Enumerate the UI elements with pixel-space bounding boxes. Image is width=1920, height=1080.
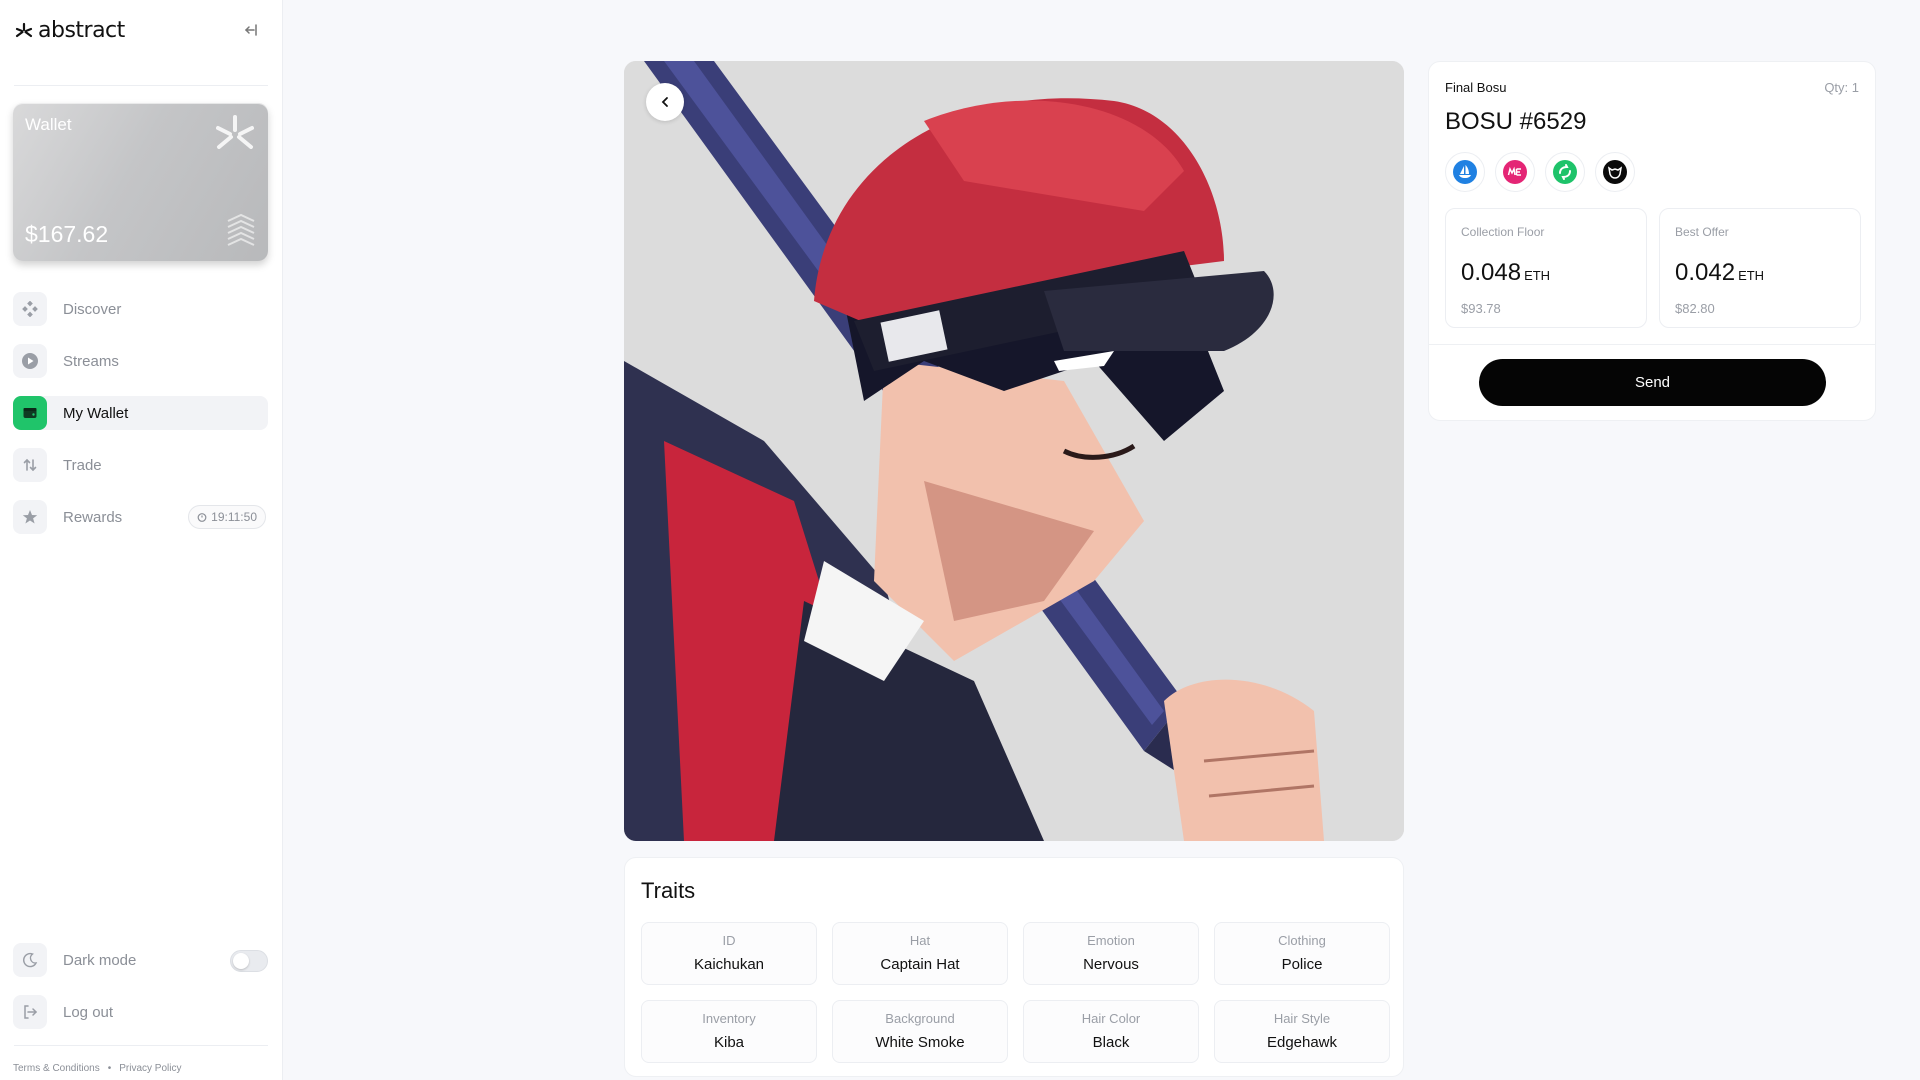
collapse-sidebar-button[interactable] [238,18,262,42]
trait-value: Black [1092,1034,1130,1051]
footer-separator: • [107,1063,112,1074]
nav-item-streams[interactable]: Streams [13,344,268,378]
trait-value: Police [1281,956,1323,973]
collection-floor-label: Collection Floor [1461,225,1545,239]
cat-market-icon[interactable] [1595,152,1635,192]
traits-panel: Traits ID Kaichukan Hat Captain Hat Emotio… [624,857,1404,1077]
dark-mode-toggle[interactable] [230,950,268,972]
trait-card[interactable]: Inventory Kiba [641,1000,817,1063]
diamond-grid-icon [13,292,47,326]
best-offer-usd: $82.80 [1675,301,1715,316]
timer-icon [197,513,207,522]
opensea-icon[interactable] [1445,152,1485,192]
trait-value: Kiba [713,1034,745,1051]
moon-icon [13,943,47,977]
floor-eth-value: 0.048 [1461,259,1522,286]
best-offer-label: Best Offer [1675,225,1729,239]
trait-type: ID [722,933,736,948]
collection-name[interactable]: Final Bosu [1445,80,1506,95]
logo-text: abstract [38,18,125,43]
sidebar-divider [14,85,268,86]
trait-value: Captain Hat [880,956,960,973]
wallet-icon [13,396,47,430]
collection-floor-card: Collection Floor 0.048 ETH $93.78 [1445,208,1647,328]
send-button[interactable]: Send [1479,359,1826,406]
logout-label: Log out [63,1003,114,1021]
trait-type: Emotion [1087,933,1135,948]
traits-title: Traits [641,878,696,903]
footer-divider [14,1045,268,1046]
trait-type: Hair Style [1273,1011,1331,1026]
terms-link[interactable]: Terms & Conditions [13,1063,100,1074]
dark-mode-row[interactable]: Dark mode [13,943,268,977]
dark-mode-label: Dark mode [63,951,137,969]
best-offer-value: 0.042 ETH [1675,259,1764,287]
nft-illustration [624,61,1404,841]
nav-label-discover: Discover [63,300,122,318]
info-divider [1429,344,1875,345]
nav-item-my-wallet[interactable]: My Wallet [13,396,268,430]
trait-value: Edgehawk [1266,1034,1338,1051]
rewards-timer-badge: 19:11:50 [188,505,266,529]
trait-value: Nervous [1083,956,1139,973]
nav-item-trade[interactable]: Trade [13,448,268,482]
nav-item-discover[interactable]: Discover [13,292,268,326]
footer-links: Terms & Conditions • Privacy Policy [13,1063,181,1074]
collection-floor-usd: $93.78 [1461,301,1501,316]
traits-grid: ID Kaichukan Hat Captain Hat Emotion Nervou… [641,922,1390,1063]
back-button[interactable] [646,83,684,121]
nav-label-streams: Streams [63,352,119,370]
trait-card[interactable]: Hair Color Black [1023,1000,1199,1063]
collection-floor-value: 0.048 ETH [1461,259,1550,287]
collapse-icon [244,24,257,36]
wallet-balance: $167.62 [25,221,109,247]
privacy-link[interactable]: Privacy Policy [119,1063,181,1074]
best-offer-card: Best Offer 0.042 ETH $82.80 [1659,208,1861,328]
trait-card[interactable]: Hat Captain Hat [832,922,1008,985]
floor-eth-unit: ETH [1524,268,1551,283]
nav-label-trade: Trade [63,456,102,474]
logout-icon [13,995,47,1029]
chevron-left-icon [661,97,668,107]
trait-card[interactable]: Background White Smoke [832,1000,1008,1063]
trait-type: Hair Color [1081,1011,1141,1026]
nav-label-rewards: Rewards [63,508,123,526]
nav-label-my-wallet: My Wallet [63,404,129,422]
star-icon [13,500,47,534]
abstract-watermark-icon [216,115,254,149]
nft-title: BOSU #6529 [1445,108,1587,135]
chip-stack-icon [227,213,255,246]
logout-row[interactable]: Log out [13,995,268,1029]
app-logo[interactable]: abstract [14,18,125,43]
trait-card[interactable]: Emotion Nervous [1023,922,1199,985]
trait-type: Clothing [1278,933,1326,948]
wallet-card[interactable]: Wallet $167.62 [13,103,268,261]
trait-card[interactable]: Hair Style Edgehawk [1214,1000,1390,1063]
wallet-label: Wallet [25,115,72,134]
trait-type: Background [885,1011,955,1026]
trait-value: Kaichukan [693,956,765,973]
abstract-logo-icon [15,22,33,37]
nav-item-rewards[interactable]: Rewards 19:11:50 [13,500,268,534]
marketplace-links [1445,152,1635,192]
nft-artwork [624,61,1404,841]
trait-card[interactable]: ID Kaichukan [641,922,817,985]
trait-type: Inventory [702,1011,756,1026]
trait-value: White Smoke [875,1034,965,1051]
main-nav: Discover Streams My Wallet Trade Rewards [13,292,268,552]
bottom-nav: Dark mode Log out [13,943,268,1047]
trait-card[interactable]: Clothing Police [1214,922,1390,985]
offer-eth-unit: ETH [1738,268,1765,283]
quantity-label: Qty: 1 [1824,80,1859,95]
nft-info-card: Final Bosu Qty: 1 BOSU #6529 Collection … [1428,61,1876,421]
rewards-timer-text: 19:11:50 [211,510,257,524]
magiceden-icon[interactable] [1495,152,1535,192]
swap-icon [13,448,47,482]
offer-eth-value: 0.042 [1675,259,1736,286]
swap-market-icon[interactable] [1545,152,1585,192]
play-icon [13,344,47,378]
trait-type: Hat [909,933,931,948]
sidebar: abstract Wallet $167.62 Discover Streams… [0,0,283,1080]
toggle-knob [233,953,249,969]
